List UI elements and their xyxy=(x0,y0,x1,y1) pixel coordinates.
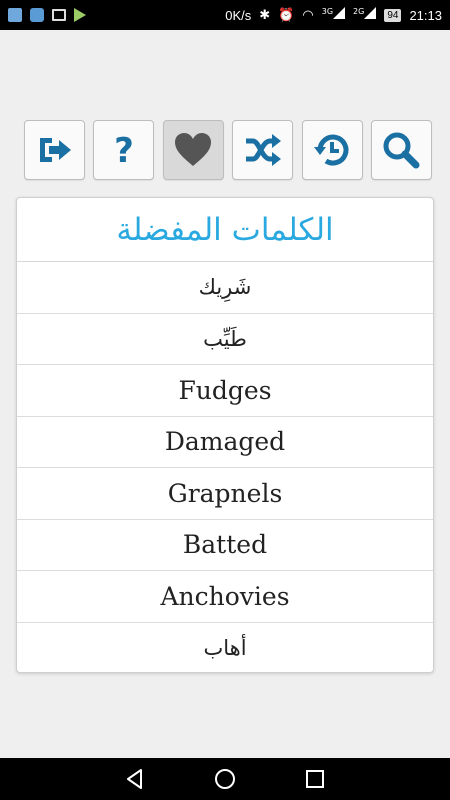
list-item[interactable]: Batted xyxy=(17,520,433,571)
favorites-button[interactable] xyxy=(162,120,224,180)
exit-button[interactable] xyxy=(24,120,85,180)
back-icon[interactable] xyxy=(123,767,147,791)
list-item[interactable]: Grapnels xyxy=(17,468,433,520)
play-store-icon xyxy=(74,8,86,22)
panel-title: الكلمات المفضلة xyxy=(17,198,433,262)
clock: 21:13 xyxy=(409,7,442,23)
wifi-icon: ◠ xyxy=(302,7,314,22)
bluetooth-icon: ✱ xyxy=(259,7,271,22)
signal-icon xyxy=(364,7,377,19)
help-button[interactable]: ? xyxy=(93,120,155,180)
history-button[interactable] xyxy=(301,120,363,180)
list-item[interactable]: طَيِّب xyxy=(17,314,433,365)
history-icon xyxy=(314,134,349,166)
home-icon[interactable] xyxy=(213,767,237,791)
search-button[interactable] xyxy=(370,120,432,180)
app-notification-icon xyxy=(30,8,44,22)
list-item[interactable]: شَرِيك xyxy=(17,262,433,314)
app-notification-icon xyxy=(8,8,22,22)
svg-text:?: ? xyxy=(114,131,134,170)
heart-icon xyxy=(175,133,212,166)
signal-icon xyxy=(333,7,346,19)
status-right: 0K/s ✱ ⏰ ◠ 3G 2G 94 21:13 xyxy=(225,7,442,23)
network-speed: 0K/s xyxy=(225,7,252,23)
alarm-icon: ⏰ xyxy=(278,7,295,22)
status-left xyxy=(8,8,86,22)
list-item[interactable]: Fudges xyxy=(17,365,433,417)
list-item[interactable]: Anchovies xyxy=(17,571,433,623)
help-icon: ? xyxy=(114,131,134,170)
shuffle-button[interactable] xyxy=(232,120,294,180)
shuffle-icon xyxy=(245,134,281,166)
list-item[interactable]: Damaged xyxy=(17,417,433,468)
signal-3g: 3G xyxy=(322,7,346,23)
battery-icon: 94 xyxy=(384,8,402,22)
favorites-panel: الكلمات المفضلة شَرِيك طَيِّب Fudges Dam… xyxy=(16,197,434,673)
image-notification-icon xyxy=(52,9,66,21)
search-icon xyxy=(383,132,420,169)
list-item[interactable]: أهاب xyxy=(17,623,433,673)
signal-2g: 2G xyxy=(353,7,377,23)
navigation-bar xyxy=(0,758,450,800)
recents-icon[interactable] xyxy=(303,767,327,791)
toolbar: ? xyxy=(24,120,432,180)
exit-icon xyxy=(39,138,71,162)
status-bar: 0K/s ✱ ⏰ ◠ 3G 2G 94 21:13 xyxy=(0,0,450,30)
